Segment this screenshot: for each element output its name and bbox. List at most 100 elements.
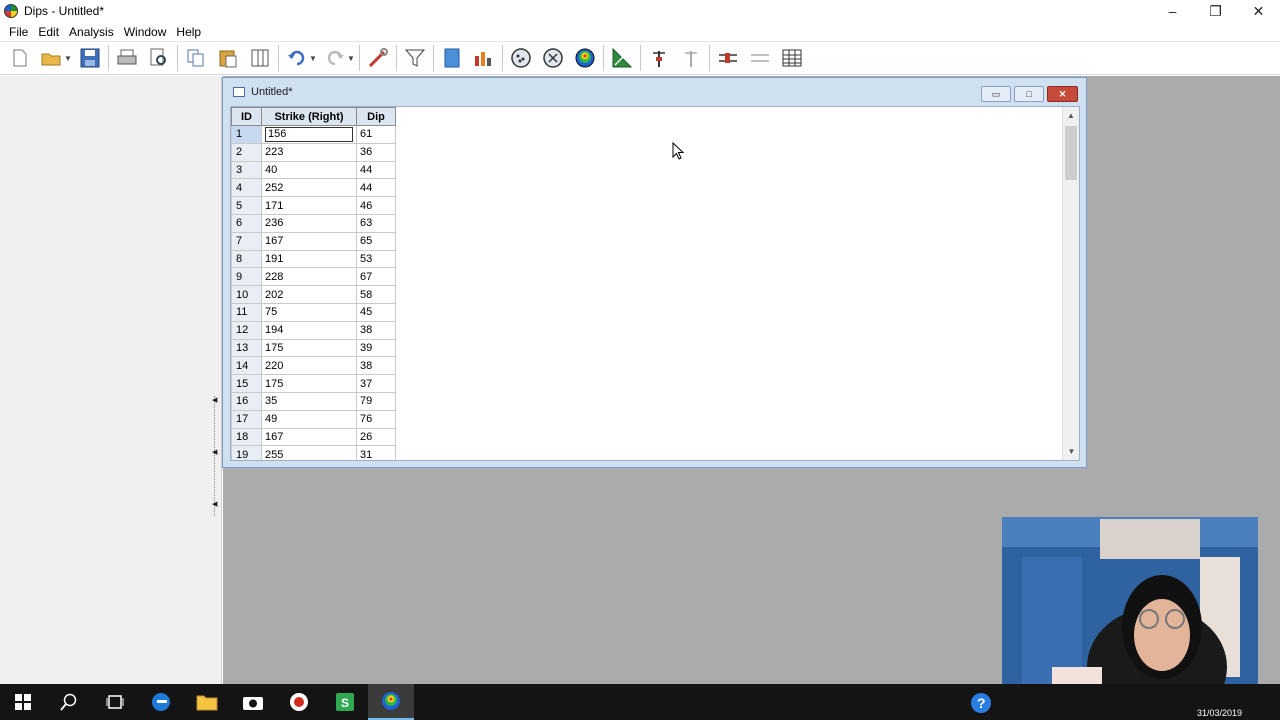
strike-cell[interactable]: 35 [261,391,357,411]
strike-cell[interactable]: 156 [261,125,357,144]
pane-splitter[interactable]: ◀ ◀ ◀ [212,396,222,516]
column-header-id[interactable]: ID [231,107,262,126]
row-id-cell[interactable]: 10 [231,285,262,304]
row-id-cell[interactable]: 9 [231,267,262,287]
dip-cell[interactable]: 53 [356,249,396,269]
table-row[interactable]: 7 167 65 [231,231,396,251]
row-id-cell[interactable]: 2 [231,142,262,162]
dip-cell[interactable]: 46 [356,196,396,215]
row-id-cell[interactable]: 11 [231,302,262,322]
strike-cell[interactable]: 194 [261,320,357,340]
menu-edit[interactable]: Edit [33,25,64,39]
delete-plane-icon[interactable] [678,45,704,71]
strike-cell[interactable]: 220 [261,356,357,376]
strike-cell[interactable]: 171 [261,196,357,215]
book-icon[interactable] [439,45,465,71]
help-icon[interactable]: ? [970,692,992,717]
row-id-cell[interactable]: 12 [231,320,262,340]
rosette-icon[interactable] [609,45,635,71]
contour-plot-icon[interactable] [572,45,598,71]
restore-button[interactable]: ❐ [1194,0,1237,22]
strike-cell[interactable]: 75 [261,302,357,322]
camera-icon[interactable] [230,684,276,720]
edge-icon[interactable] [138,684,184,720]
add-set-icon[interactable] [715,45,741,71]
print-icon[interactable] [114,45,140,71]
child-maximize-button[interactable]: □ [1014,86,1044,102]
strike-cell[interactable]: 175 [261,338,357,358]
scatter-plot-icon[interactable] [540,45,566,71]
filter-icon[interactable] [402,45,428,71]
table-icon[interactable] [779,45,805,71]
table-row[interactable]: 4 252 44 [231,178,396,198]
delete-set-icon[interactable] [747,45,773,71]
table-row[interactable]: 19 255 31 [231,445,396,460]
dip-cell[interactable]: 79 [356,391,396,411]
undo-dropdown-icon[interactable]: ▼ [309,54,317,63]
child-minimize-button[interactable]: ▭ [981,86,1011,102]
strike-cell[interactable]: 167 [261,427,357,447]
collapse-arrow-icon[interactable]: ◀ [212,396,217,404]
dip-cell[interactable]: 39 [356,338,396,358]
strike-cell[interactable]: 191 [261,249,357,269]
chart-icon[interactable] [471,45,497,71]
dip-cell[interactable]: 58 [356,285,396,304]
table-row[interactable]: 16 35 79 [231,391,396,411]
dip-cell[interactable]: 44 [356,178,396,198]
row-id-cell[interactable]: 6 [231,213,262,233]
row-id-cell[interactable]: 1 [231,125,262,144]
dip-cell[interactable]: 38 [356,320,396,340]
tools-icon[interactable] [365,45,391,71]
table-row[interactable]: 3 40 44 [231,160,396,180]
table-row[interactable]: 6 236 63 [231,213,396,233]
dip-cell[interactable]: 76 [356,409,396,429]
table-row[interactable]: 10 202 58 [231,285,396,304]
strike-cell[interactable]: 40 [261,160,357,180]
row-id-cell[interactable]: 7 [231,231,262,251]
child-title-bar[interactable]: Untitled* [223,78,1086,106]
column-header-dip[interactable]: Dip [356,107,396,126]
dip-cell[interactable]: 44 [356,160,396,180]
strike-cell[interactable]: 236 [261,213,357,233]
row-id-cell[interactable]: 4 [231,178,262,198]
row-id-cell[interactable]: 15 [231,374,262,393]
row-id-cell[interactable]: 18 [231,427,262,447]
table-row[interactable]: 9 228 67 [231,267,396,287]
green-app-icon[interactable]: S [322,684,368,720]
table-row[interactable]: 15 175 37 [231,374,396,393]
dip-cell[interactable]: 26 [356,427,396,447]
copy-icon[interactable] [183,45,209,71]
row-id-cell[interactable]: 5 [231,196,262,215]
close-button[interactable]: ✕ [1237,0,1280,22]
columns-icon[interactable] [247,45,273,71]
redo-dropdown-icon[interactable]: ▼ [347,54,355,63]
dip-cell[interactable]: 65 [356,231,396,251]
row-id-cell[interactable]: 3 [231,160,262,180]
vertical-scrollbar[interactable]: ▲ ▼ [1062,107,1079,460]
row-id-cell[interactable]: 14 [231,356,262,376]
windows-start-icon[interactable] [0,684,46,720]
print-preview-icon[interactable] [146,45,172,71]
strike-cell[interactable]: 202 [261,285,357,304]
scroll-up-icon[interactable]: ▲ [1063,107,1079,124]
row-id-cell[interactable]: 17 [231,409,262,429]
table-row[interactable]: 17 49 76 [231,409,396,429]
scroll-thumb[interactable] [1065,126,1077,180]
task-view-icon[interactable] [92,684,138,720]
minimize-button[interactable]: – [1151,0,1194,22]
menu-file[interactable]: File [4,25,33,39]
dip-cell[interactable]: 38 [356,356,396,376]
save-icon[interactable] [77,45,103,71]
strike-cell[interactable]: 49 [261,409,357,429]
table-row[interactable]: 5 171 46 [231,196,396,215]
row-id-cell[interactable]: 8 [231,249,262,269]
row-id-cell[interactable]: 13 [231,338,262,358]
strike-cell[interactable]: 175 [261,374,357,393]
dip-cell[interactable]: 31 [356,445,396,460]
table-row[interactable]: 12 194 38 [231,320,396,340]
dip-cell[interactable]: 63 [356,213,396,233]
strike-cell[interactable]: 228 [261,267,357,287]
menu-help[interactable]: Help [171,25,206,39]
dip-cell[interactable]: 45 [356,302,396,322]
file-explorer-icon[interactable] [184,684,230,720]
